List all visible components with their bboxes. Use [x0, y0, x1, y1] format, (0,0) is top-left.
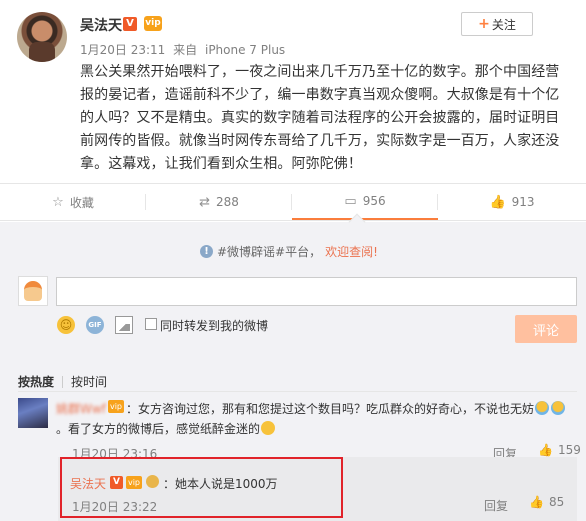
thumbs-up-icon: 👍 — [538, 443, 553, 457]
comment-text: ：女方咨询过您，那有和您提过这个数目吗？吃瓜群众的好奇心，不说也无妨 — [126, 399, 576, 420]
reply-like-count: 85 — [548, 495, 565, 509]
plus-icon: + — [478, 16, 490, 32]
source-prefix: 来自 — [173, 43, 198, 57]
commenter-name[interactable]: 姚群Wwf — [56, 400, 106, 417]
commenter-avatar[interactable] — [18, 398, 48, 428]
comment-like-button[interactable]: 👍 159 — [538, 443, 581, 457]
notice-text: #微博辟谣#平台， — [217, 245, 322, 259]
comment-like-count: 159 — [557, 443, 581, 457]
gif-icon[interactable]: GIF — [86, 316, 104, 334]
post-source: iPhone 7 Plus — [204, 43, 286, 57]
repost-button[interactable]: ⇄ 288 — [146, 184, 292, 220]
comment-text-line1: ：女方咨询过您，那有和您提过这个数目吗？吃瓜群众的好奇心，不说也无妨 — [126, 402, 535, 416]
repost-checkbox-label[interactable]: 同时转发到我的微博 — [160, 317, 268, 334]
comment-icon: ▭ — [344, 193, 357, 209]
sort-tabs: 按热度 按时间 — [18, 373, 107, 390]
repost-count: 288 — [216, 195, 239, 209]
post-time[interactable]: 1月20日 23:11 — [80, 43, 165, 57]
favorite-label: 收藏 — [69, 195, 94, 210]
thumbs-up-icon: 👍 — [489, 194, 506, 210]
comment-input[interactable] — [56, 277, 577, 306]
follow-button[interactable]: + 关注 — [461, 12, 533, 36]
favorite-button[interactable]: ☆ 收藏 — [0, 184, 146, 220]
my-avatar — [18, 276, 48, 306]
vip-badge-icon[interactable]: vip — [144, 16, 162, 31]
image-icon[interactable] — [115, 316, 133, 334]
repost-checkbox[interactable] — [145, 318, 157, 330]
rumor-notice: ! #微博辟谣#平台， 欢迎查阅! — [200, 243, 378, 260]
laugh-cry-emoji-icon — [535, 401, 550, 415]
post-meta: 1月20日 23:11 来自 iPhone 7 Plus — [80, 41, 289, 58]
like-count: 913 — [511, 195, 535, 209]
notice-link[interactable]: 欢迎查阅! — [325, 243, 378, 260]
verified-badge: V — [123, 17, 137, 31]
comment-text-cont: 。看了女方的微博后，感觉纸醉金迷的 — [56, 420, 276, 437]
info-icon: ! — [200, 245, 213, 258]
author-name[interactable]: 吴法天 — [80, 15, 122, 35]
submit-comment-button[interactable]: 评论 — [515, 315, 577, 343]
laugh-cry-emoji-icon — [551, 401, 566, 415]
reply-like-button[interactable]: 👍 85 — [529, 495, 564, 509]
thumbs-up-icon: 👍 — [529, 495, 544, 509]
tab-divider — [62, 375, 64, 388]
comment-count: 956 — [362, 194, 386, 208]
author-avatar[interactable] — [17, 12, 67, 62]
star-icon: ☆ — [52, 194, 64, 210]
emoji-icon[interactable]: ☺ — [57, 316, 75, 334]
highlight-box — [60, 457, 343, 518]
action-bar: ☆ 收藏 ⇄ 288 ▭ 956 👍 913 — [0, 183, 586, 221]
follow-label: 关注 — [491, 17, 516, 32]
repost-icon: ⇄ — [199, 194, 210, 210]
smirk-emoji-icon — [261, 421, 276, 435]
vip-badge-icon: vip — [108, 400, 124, 413]
like-button[interactable]: 👍 913 — [438, 184, 586, 220]
tab-sort-time[interactable]: 按时间 — [71, 373, 107, 390]
comment-text-line2: 。看了女方的微博后，感觉纸醉金迷的 — [56, 422, 261, 436]
post-text: 黑公关果然开始喂料了，一夜之间出来几千万乃至十亿的数字。那个中国经营报的晏记者，… — [80, 64, 560, 172]
tab-sort-hot[interactable]: 按热度 — [18, 373, 54, 390]
comment-button[interactable]: ▭ 956 — [292, 184, 438, 220]
reply-button[interactable]: 回复 — [484, 497, 508, 514]
divider — [18, 391, 577, 392]
